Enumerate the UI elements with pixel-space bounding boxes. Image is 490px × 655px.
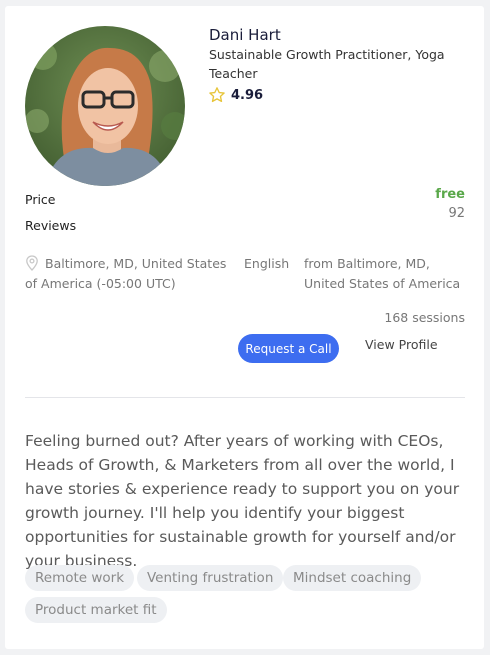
location-text: Baltimore, MD, United States of America …	[25, 256, 227, 291]
language: English	[244, 256, 290, 271]
origin: from Baltimore, MD, United States of Ame…	[304, 256, 461, 291]
tag-item[interactable]: Remote work	[25, 565, 135, 591]
tag-item[interactable]: Product market fit	[25, 597, 167, 623]
tag-item[interactable]: Mindset coaching	[283, 565, 422, 591]
mentor-card: Dani Hart Sustainable Growth Practitione…	[5, 6, 484, 649]
rating: 4.96	[208, 86, 263, 104]
divider	[25, 397, 465, 398]
mentor-name[interactable]: Dani Hart	[209, 26, 281, 44]
location-timezone: Baltimore, MD, United States of America …	[25, 254, 230, 294]
avatar[interactable]	[25, 26, 185, 186]
price-label: Price	[25, 192, 56, 207]
map-pin-icon	[26, 255, 38, 271]
rating-value: 4.96	[231, 87, 264, 103]
sessions-count: 168 sessions	[384, 310, 465, 325]
star-outline-icon	[209, 87, 225, 103]
reviews-count: 92	[448, 206, 465, 221]
price-value: free	[435, 187, 465, 202]
avatar-photo	[25, 26, 185, 186]
reviews-label: Reviews	[25, 218, 77, 233]
tag-item[interactable]: Venting frustration	[137, 565, 284, 591]
mentor-title: Sustainable Growth Practitioner, Yoga Te…	[209, 47, 445, 81]
view-profile-link[interactable]: View Profile	[365, 334, 445, 354]
request-call-button[interactable]: Request a Call	[238, 334, 339, 363]
bio-text: Feeling burned out? After years of worki…	[25, 432, 460, 570]
